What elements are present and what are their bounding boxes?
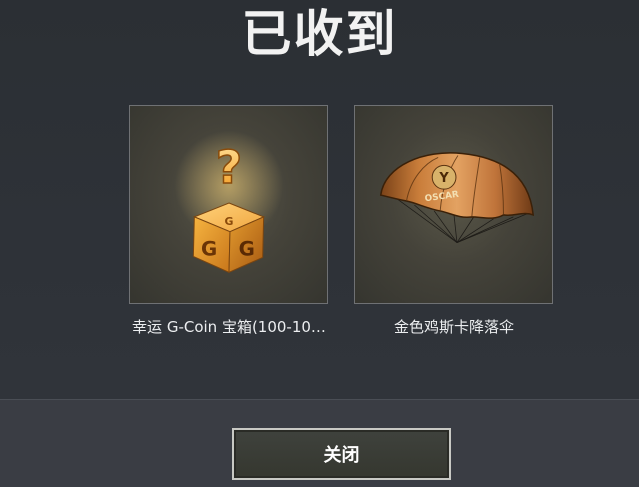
question-mark-glyph: ? bbox=[216, 141, 242, 194]
box-letter-right: G bbox=[239, 237, 255, 260]
svg-text:Y: Y bbox=[438, 171, 449, 186]
close-button[interactable]: 关闭 bbox=[232, 428, 451, 480]
parachute-icon: Y OSCAR bbox=[379, 152, 535, 243]
box-letter-top: G bbox=[225, 215, 234, 228]
reward-name-gcoin-box: 幸运 G-Coin 宝箱(100-10… bbox=[132, 318, 326, 336]
dialog-title: 已收到 bbox=[241, 5, 398, 63]
box-letter-left: G bbox=[201, 237, 217, 260]
gcoin-box-icon: ? G G G bbox=[174, 130, 284, 274]
reward-card-parachute[interactable]: Y OSCAR bbox=[354, 105, 553, 304]
reward-card-gcoin-box[interactable]: ? G G G bbox=[129, 105, 328, 304]
reward-name-parachute: 金色鸡斯卡降落伞 bbox=[393, 318, 514, 336]
reward-panel: 已收到 ? G G G 幸运 G-Coin 宝箱(100-10… Y OSCAR… bbox=[0, 0, 639, 399]
